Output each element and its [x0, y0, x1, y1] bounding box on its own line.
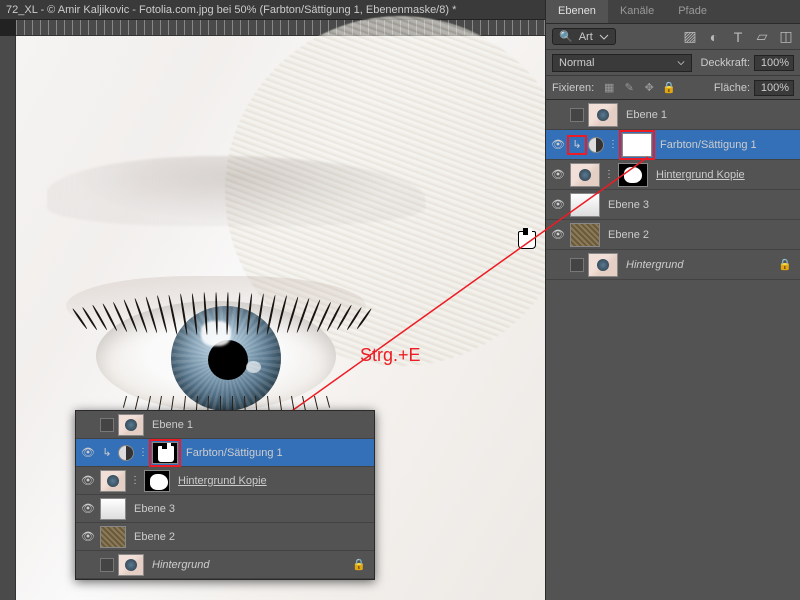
layer-thumbnail[interactable] — [118, 414, 144, 436]
layer-name[interactable]: Ebene 2 — [604, 229, 796, 241]
layer-row[interactable]: Ebene 1 — [546, 100, 800, 130]
layer-row[interactable]: Hintergrund 🔒 — [546, 250, 800, 280]
layer-thumbnail[interactable] — [588, 253, 618, 277]
lock-all-icon[interactable]: 🔒 — [662, 81, 676, 95]
layer-mask-thumbnail[interactable] — [152, 442, 178, 464]
visibility-toggle[interactable]: 👁 — [80, 473, 96, 489]
tab-paths[interactable]: Pfade — [666, 0, 719, 23]
layer-name[interactable]: Farbton/Sättigung 1 — [656, 139, 796, 151]
lock-position-icon[interactable]: ✥ — [642, 81, 656, 95]
cursor-icon — [518, 231, 536, 249]
filter-shape-icon[interactable]: ▱ — [754, 29, 770, 45]
visibility-toggle[interactable]: 👁 — [550, 137, 566, 153]
chevron-down-icon — [677, 59, 685, 67]
layer-thumbnail[interactable] — [588, 103, 618, 127]
visibility-toggle[interactable]: 👁 — [80, 529, 96, 545]
cursor-icon — [157, 445, 175, 463]
layer-name[interactable]: Hintergrund Kopie — [652, 169, 796, 181]
fill-input[interactable]: 100% — [754, 80, 794, 96]
filter-type-icon[interactable]: T — [730, 29, 746, 45]
layer-row[interactable]: 👁 Ebene 3 — [76, 495, 374, 523]
layers-panel: Ebenen Kanäle Pfade 🔍 Art ▨ ◐ T ▱ ◫ Norm… — [545, 0, 800, 600]
opacity-input[interactable]: 100% — [754, 55, 794, 71]
lock-label: Fixieren: — [552, 82, 594, 94]
filter-smartobject-icon[interactable]: ◫ — [778, 29, 794, 45]
layer-thumbnail[interactable] — [570, 163, 600, 187]
filter-kind-select[interactable]: 🔍 Art — [552, 28, 616, 45]
layer-thumbnail[interactable] — [118, 554, 144, 576]
layer-name[interactable]: Ebene 3 — [604, 199, 796, 211]
layer-checkbox[interactable] — [100, 558, 114, 572]
layer-thumbnail[interactable] — [100, 498, 126, 520]
visibility-toggle[interactable]: 👁 — [80, 445, 96, 461]
opacity-label: Deckkraft: — [700, 57, 750, 69]
lock-icon: 🔒 — [778, 258, 792, 271]
layer-row[interactable]: 👁 ⋮ Hintergrund Kopie — [76, 467, 374, 495]
layer-row[interactable]: 👁 ⋮ Hintergrund Kopie — [546, 160, 800, 190]
tab-layers[interactable]: Ebenen — [546, 0, 608, 23]
visibility-toggle[interactable]: 👁 — [80, 501, 96, 517]
adjustment-icon — [118, 445, 134, 461]
visibility-toggle[interactable]: 👁 — [550, 167, 566, 183]
layer-row[interactable]: Hintergrund 🔒 — [76, 551, 374, 579]
layer-mask-thumbnail[interactable] — [618, 163, 648, 187]
filter-pixel-icon[interactable]: ▨ — [682, 29, 698, 45]
layer-mask-thumbnail[interactable] — [144, 470, 170, 492]
layer-checkbox[interactable] — [570, 108, 584, 122]
ruler-vertical[interactable] — [0, 36, 16, 600]
blend-mode-select[interactable]: Normal — [552, 54, 692, 72]
mask-link-icon[interactable]: ⋮ — [608, 139, 618, 150]
layer-name[interactable]: Hintergrund Kopie — [174, 475, 370, 487]
layer-row[interactable]: 👁 Ebene 2 — [76, 523, 374, 551]
layer-filter-bar: 🔍 Art ▨ ◐ T ▱ ◫ — [546, 24, 800, 50]
layer-row[interactable]: 👁 ↳ ⋮ Farbton/Sättigung 1 — [76, 439, 374, 467]
filter-kind-label: Art — [579, 31, 593, 43]
mask-link-icon[interactable]: ⋮ — [138, 447, 148, 458]
layer-name[interactable]: Ebene 3 — [130, 503, 370, 515]
lock-pixels-icon[interactable]: ✎ — [622, 81, 636, 95]
fill-label: Fläche: — [714, 82, 750, 94]
visibility-toggle[interactable] — [80, 417, 96, 433]
search-icon: 🔍 — [559, 30, 573, 43]
layer-thumbnail[interactable] — [100, 526, 126, 548]
tab-channels[interactable]: Kanäle — [608, 0, 666, 23]
layer-row[interactable]: 👁 ↳ ⋮ Farbton/Sättigung 1 — [546, 130, 800, 160]
layer-name[interactable]: Hintergrund — [148, 559, 348, 571]
layer-thumbnail[interactable] — [100, 470, 126, 492]
visibility-toggle[interactable] — [80, 557, 96, 573]
layer-row[interactable]: 👁 Ebene 3 — [546, 190, 800, 220]
layer-thumbnail[interactable] — [570, 223, 600, 247]
layer-checkbox[interactable] — [570, 258, 584, 272]
blend-row: Normal Deckkraft: 100% — [546, 50, 800, 76]
layer-name[interactable]: Ebene 2 — [130, 531, 370, 543]
layer-name[interactable]: Farbton/Sättigung 1 — [182, 447, 370, 459]
visibility-toggle[interactable] — [550, 107, 566, 123]
panel-tabs: Ebenen Kanäle Pfade — [546, 0, 800, 24]
clip-indicator[interactable]: ↳ — [100, 446, 114, 460]
layer-name[interactable]: Ebene 1 — [148, 419, 370, 431]
lock-row: Fixieren: ▦ ✎ ✥ 🔒 Fläche: 100% — [546, 76, 800, 100]
layer-name[interactable]: Ebene 1 — [622, 109, 796, 121]
adjustment-icon — [588, 137, 604, 153]
visibility-toggle[interactable]: 👁 — [550, 197, 566, 213]
layer-thumbnail[interactable] — [570, 193, 600, 217]
chevron-down-icon — [599, 32, 609, 42]
mask-link-icon[interactable]: ⋮ — [604, 169, 614, 180]
overlay-layers-panel: Ebene 1 👁 ↳ ⋮ Farbton/Sättigung 1 👁 ⋮ Hi… — [75, 410, 375, 580]
lock-icon: 🔒 — [352, 558, 366, 571]
layer-row[interactable]: Ebene 1 — [76, 411, 374, 439]
blend-mode-value: Normal — [559, 57, 594, 69]
layer-name[interactable]: Hintergrund — [622, 259, 774, 271]
layer-mask-thumbnail[interactable] — [622, 133, 652, 157]
mask-link-icon[interactable]: ⋮ — [130, 475, 140, 486]
visibility-toggle[interactable] — [550, 257, 566, 273]
annotation-text: Strg.+E — [360, 345, 421, 366]
layer-checkbox[interactable] — [100, 418, 114, 432]
lock-transparent-icon[interactable]: ▦ — [602, 81, 616, 95]
clip-indicator[interactable]: ↳ — [570, 138, 584, 152]
filter-adjustment-icon[interactable]: ◐ — [706, 29, 722, 45]
layer-row[interactable]: 👁 Ebene 2 — [546, 220, 800, 250]
visibility-toggle[interactable]: 👁 — [550, 227, 566, 243]
